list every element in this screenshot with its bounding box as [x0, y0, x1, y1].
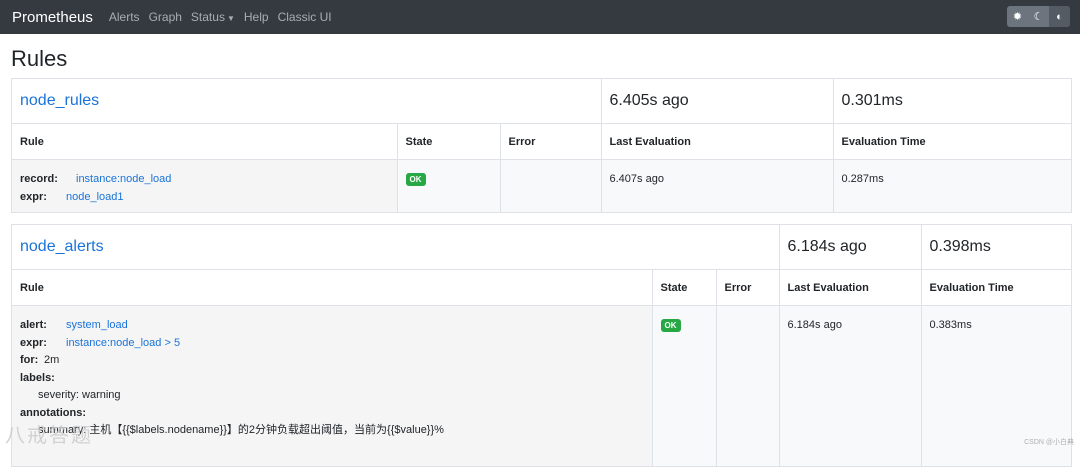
theme-toggle-group: ✹ ☾ ◐ — [1007, 6, 1070, 27]
nav-alerts[interactable]: Alerts — [109, 10, 140, 24]
navbar: Prometheus Alerts Graph Status ▼ Help Cla… — [0, 0, 1080, 34]
rule-cell: alert: system_load expr: instance:node_loa… — [12, 305, 653, 466]
brand-link[interactable]: Prometheus — [12, 9, 93, 26]
col-state: State — [651, 269, 717, 306]
watermark-right: CSDN @小白典 — [1024, 439, 1074, 446]
expr-link[interactable]: node_load1 — [66, 191, 124, 203]
col-rule: Rule — [12, 269, 653, 306]
record-key: record: — [20, 173, 58, 185]
moon-icon[interactable]: ☾ — [1028, 6, 1049, 27]
label-severity: severity: warning — [38, 389, 121, 401]
nav-status-dropdown[interactable]: Status ▼ — [191, 10, 235, 24]
state-cell: OK — [396, 159, 501, 212]
col-last-eval: Last Evaluation — [778, 269, 922, 306]
expr-link[interactable]: instance:node_load > 5 — [66, 337, 180, 349]
rule-cell: record: instance:node_load expr: node_load… — [12, 159, 398, 212]
col-eval-time: Evaluation Time — [920, 269, 1071, 306]
nav-graph[interactable]: Graph — [149, 10, 182, 24]
rule-group-table: node_alerts 6.184s ago 0.398ms Rule Stat… — [12, 225, 1071, 466]
col-error: Error — [499, 123, 602, 160]
group-last-eval: 6.184s ago — [778, 225, 922, 270]
record-link[interactable]: instance:node_load — [76, 173, 171, 185]
col-eval-time: Evaluation Time — [832, 123, 1071, 160]
rule-last-eval: 6.184s ago — [778, 305, 922, 466]
nav-status-label: Status — [190, 10, 225, 24]
group-name-cell: node_alerts — [12, 225, 780, 270]
group-eval-time: 0.398ms — [920, 225, 1071, 270]
rule-group-node-alerts: node_alerts 6.184s ago 0.398ms Rule Stat… — [11, 224, 1072, 467]
col-rule: Rule — [12, 123, 398, 160]
group-last-eval: 6.405s ago — [600, 79, 834, 124]
group-eval-time: 0.301ms — [832, 79, 1071, 124]
rule-eval-time: 0.287ms — [832, 159, 1071, 212]
nav-help[interactable]: Help — [244, 10, 269, 24]
sun-icon[interactable]: ✹ — [1007, 6, 1028, 27]
rule-last-eval: 6.407s ago — [600, 159, 834, 212]
col-error: Error — [715, 269, 780, 306]
group-name-link[interactable]: node_alerts — [20, 238, 104, 255]
error-cell — [715, 305, 780, 466]
expr-key: expr: — [20, 190, 47, 203]
nav-classic-ui[interactable]: Classic UI — [278, 10, 332, 24]
col-state: State — [396, 123, 501, 160]
contrast-icon[interactable]: ◐ — [1049, 6, 1070, 27]
expr-key: expr: — [20, 336, 47, 349]
state-badge: OK — [660, 319, 681, 332]
group-name-link[interactable]: node_rules — [20, 92, 99, 109]
labels-key: labels: — [20, 371, 55, 384]
page-title: Rules — [11, 46, 68, 71]
rule-group-node-rules: node_rules 6.405s ago 0.301ms Rule State… — [11, 78, 1072, 213]
alert-link[interactable]: system_load — [66, 319, 128, 331]
error-cell — [499, 159, 602, 212]
watermark-left: 八戒答题 — [5, 425, 93, 447]
state-cell: OK — [651, 305, 717, 466]
caret-down-icon: ▼ — [226, 14, 235, 23]
for-key: for: — [20, 354, 39, 366]
rule-group-table: node_rules 6.405s ago 0.301ms Rule State… — [12, 79, 1071, 212]
annotation-summary: summary: 主机【{{$labels.nodename}}】的2分钟负载超… — [38, 424, 444, 436]
alert-key: alert: — [20, 319, 47, 331]
for-value: 2m — [44, 354, 60, 366]
state-badge: OK — [405, 173, 426, 186]
col-last-eval: Last Evaluation — [600, 123, 834, 160]
group-name-cell: node_rules — [12, 79, 602, 124]
